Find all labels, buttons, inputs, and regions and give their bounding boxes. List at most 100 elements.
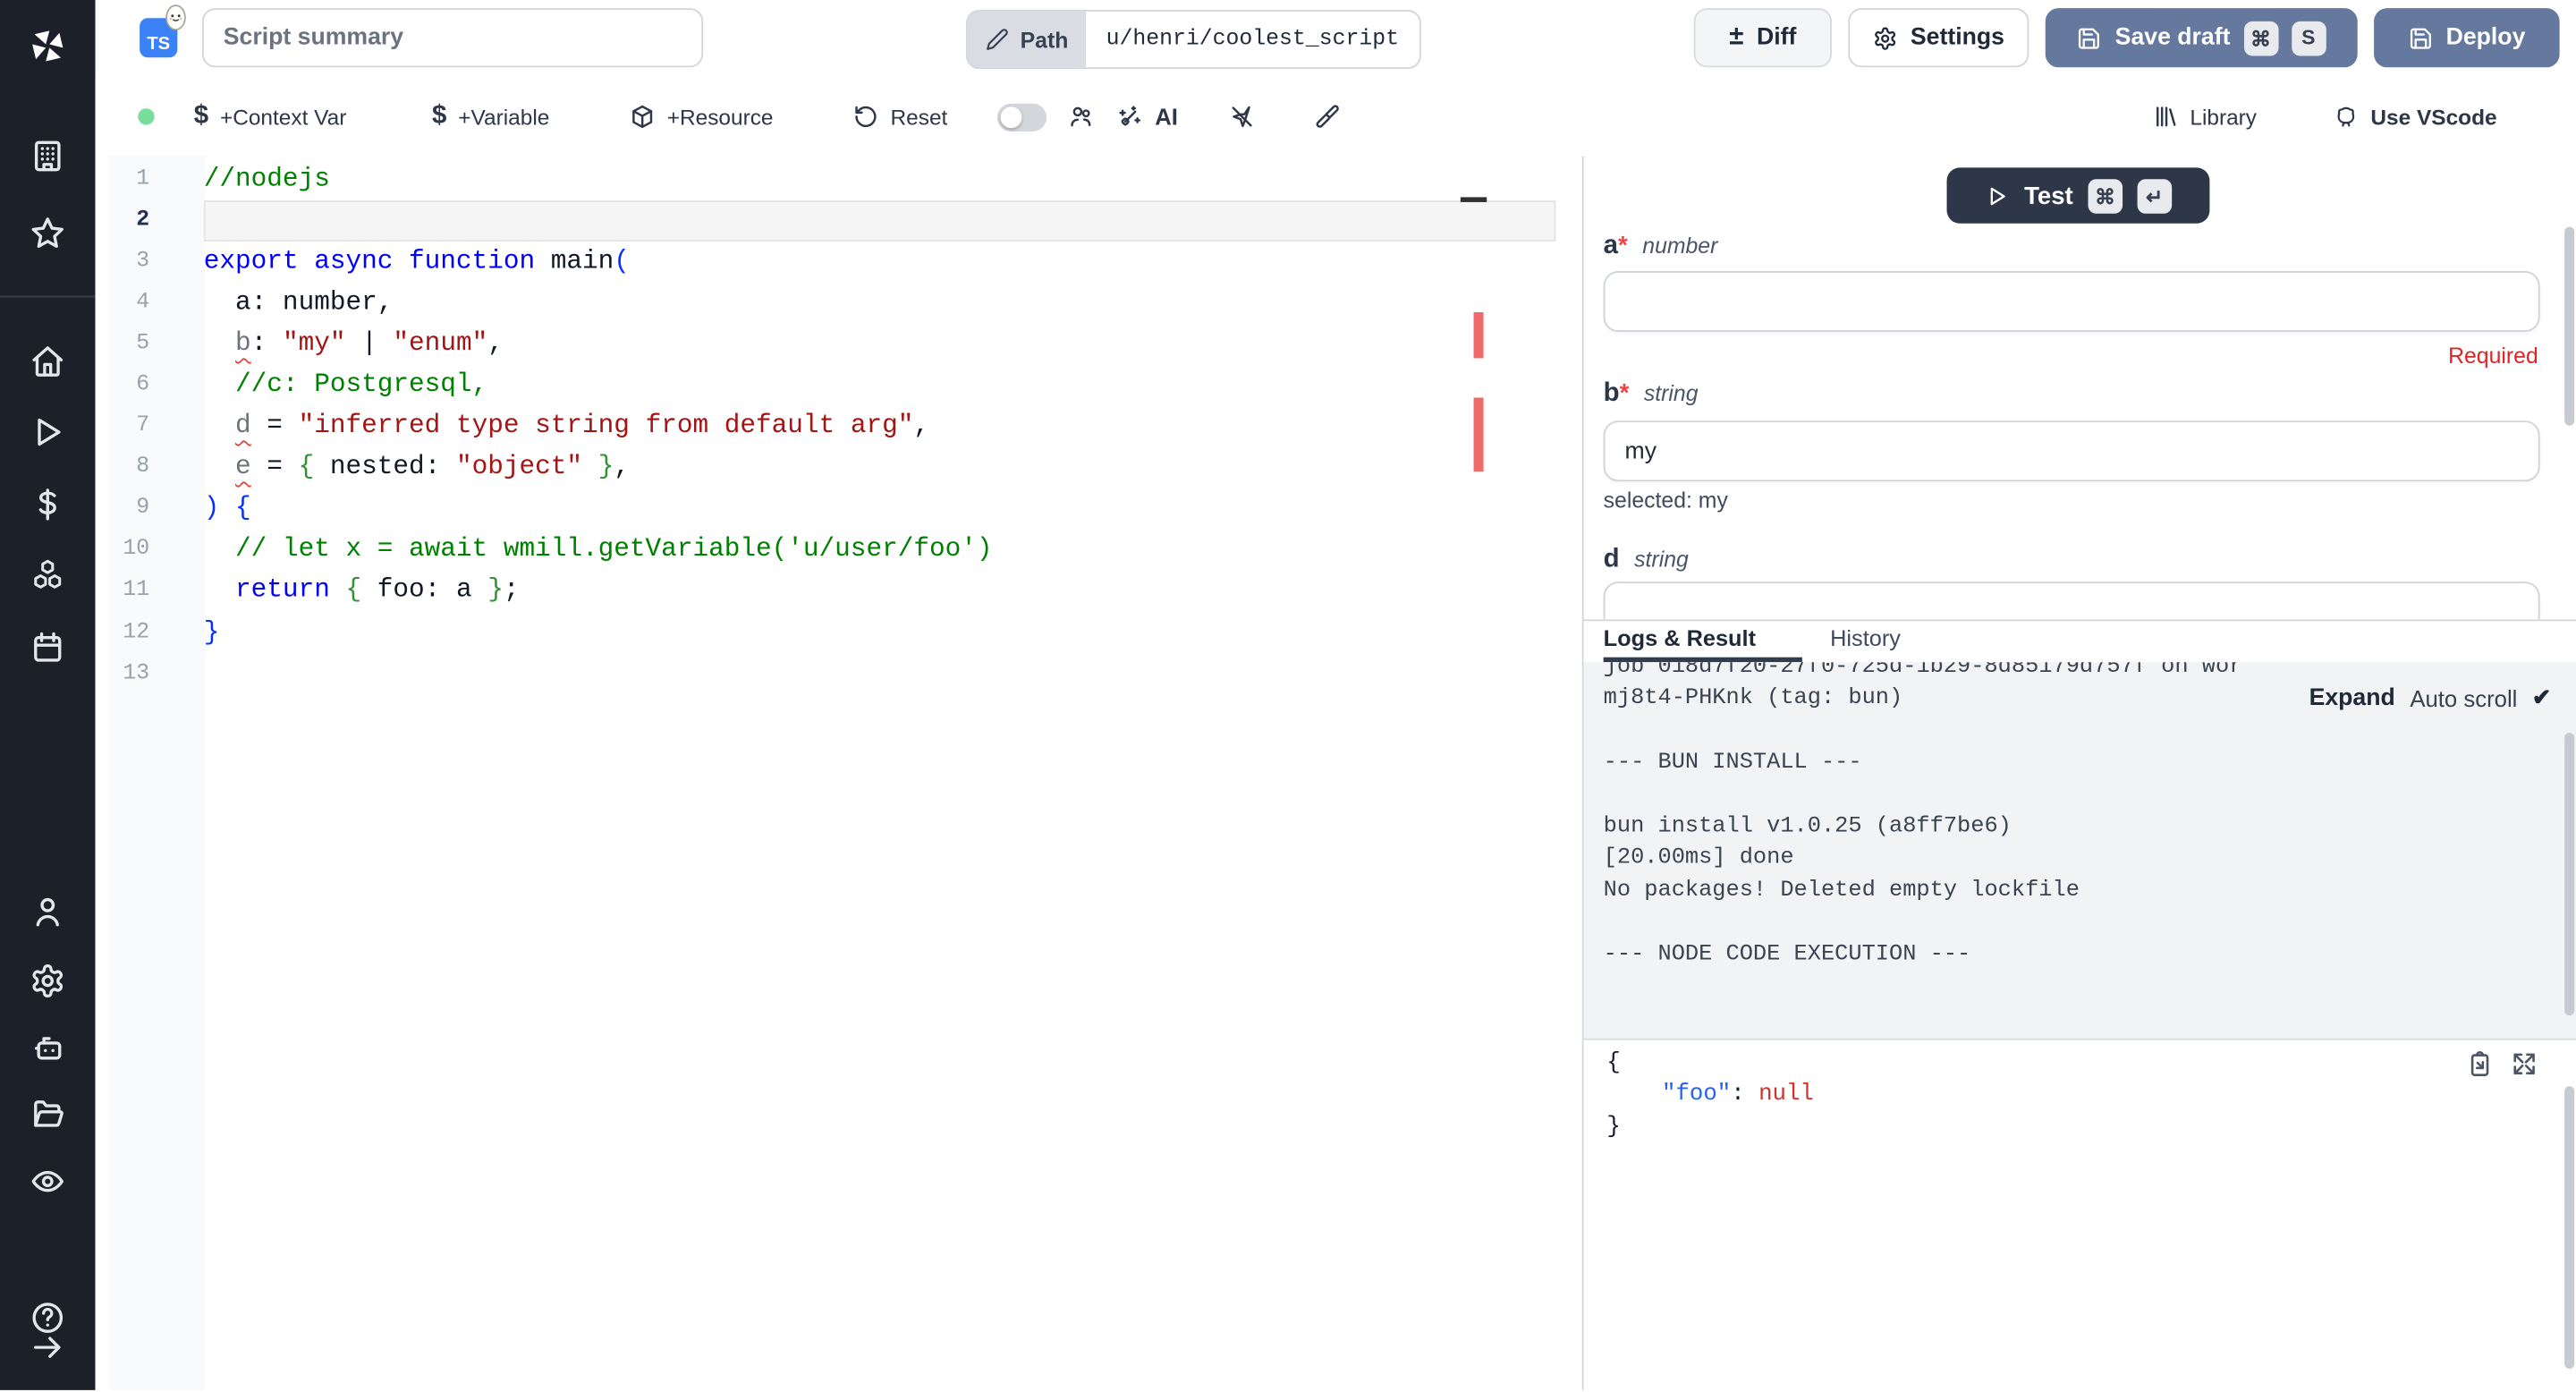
code-line[interactable]: 9) { xyxy=(96,488,1582,530)
expand-logs-button[interactable]: Expand xyxy=(2309,684,2395,710)
library-button[interactable]: Library xyxy=(2152,77,2257,156)
log-line: [20.00ms] done xyxy=(1604,844,2512,876)
code-line[interactable]: 3export async function main( xyxy=(96,242,1582,283)
multiplayer-users-icon[interactable] xyxy=(1068,77,1094,156)
code-line[interactable]: 1//nodejs xyxy=(96,159,1582,200)
tab-logs-result[interactable]: Logs & Result xyxy=(1604,626,1756,659)
runs-play-icon[interactable] xyxy=(30,414,65,450)
code-line[interactable]: 6 //c: Postgresql, xyxy=(96,365,1582,406)
script-summary-input[interactable] xyxy=(202,8,703,67)
sidebar xyxy=(0,0,96,1390)
play-icon xyxy=(1985,183,2010,208)
save-icon xyxy=(2077,25,2102,50)
gear-icon xyxy=(1873,25,1898,50)
workspace-building-icon[interactable] xyxy=(30,138,65,174)
script-path[interactable]: Path u/henri/coolest_script xyxy=(966,10,1420,69)
windmill-logo-icon[interactable] xyxy=(26,25,69,68)
save-icon xyxy=(2408,25,2433,50)
test-button[interactable]: Test ⌘ ↵ xyxy=(1947,167,2210,223)
pencil-icon xyxy=(986,28,1009,51)
field-d-label: d string xyxy=(1604,546,1689,575)
expand-result-icon[interactable] xyxy=(2511,1050,2538,1078)
diff-button[interactable]: ± Diff xyxy=(1694,8,1832,67)
vscode-cat-icon xyxy=(2333,104,2359,130)
add-resource-button[interactable]: +Resource xyxy=(629,77,773,156)
path-value[interactable]: u/henri/coolest_script xyxy=(1087,12,1419,67)
field-a-label: a* number xyxy=(1604,232,1718,261)
code-line[interactable]: 10 // let x = await wmill.getVariable('u… xyxy=(96,530,1582,571)
dollar-icon: $ xyxy=(194,102,208,132)
overview-ruler-cursor xyxy=(1461,197,1487,202)
log-line: --- NODE CODE EXECUTION --- xyxy=(1604,939,2512,972)
variables-dollar-icon[interactable] xyxy=(30,487,65,522)
field-b-selected-hint: selected: my xyxy=(1604,488,1728,514)
use-vscode-button[interactable]: Use VScode xyxy=(2333,77,2496,156)
package-icon xyxy=(629,104,655,130)
favorites-star-icon[interactable] xyxy=(30,216,65,251)
settings-button[interactable]: Settings xyxy=(1848,8,2029,67)
ai-button[interactable]: AI xyxy=(1117,77,1178,156)
code-line[interactable]: 13 xyxy=(96,653,1582,694)
expand-sidebar-arrow-icon[interactable] xyxy=(30,1329,65,1365)
log-line: job 018d7f20-27f0-725d-1b29-8d85179d757f… xyxy=(1604,662,2512,684)
log-line xyxy=(1604,907,2512,939)
autoscroll-label[interactable]: Auto scroll xyxy=(2410,684,2517,710)
preview-panel: Test ⌘ ↵ a* number Required b* string se… xyxy=(1582,156,2576,1389)
code-line[interactable]: 2 xyxy=(96,200,1582,242)
schedules-calendar-icon[interactable] xyxy=(30,629,65,665)
windmill-script-editor: TS Path u/henri/coolest_script ± Diff Se… xyxy=(0,0,2576,1390)
field-a-input[interactable] xyxy=(1604,271,2540,332)
code-line[interactable]: 7 d = "inferred type string from default… xyxy=(96,406,1582,447)
settings-gear-icon[interactable] xyxy=(30,963,65,998)
code-line[interactable]: 5 b: "my" | "enum", xyxy=(96,324,1582,365)
audit-eye-icon[interactable] xyxy=(30,1163,65,1199)
code-line[interactable]: 12} xyxy=(96,612,1582,653)
kbd-cmd: ⌘ xyxy=(2088,178,2123,213)
logs-scrollbar[interactable] xyxy=(2564,733,2574,1015)
copy-clipboard-icon[interactable] xyxy=(2466,1050,2494,1078)
multiplayer-toggle[interactable] xyxy=(997,104,1046,132)
field-a-required-error: Required xyxy=(2448,344,2538,369)
users-person-icon[interactable] xyxy=(30,894,65,929)
assistant-off-icon[interactable] xyxy=(1229,77,1255,156)
path-label-text: Path xyxy=(1021,27,1069,52)
logs-panel: Logs & Result History job 018d7f20-27f0-… xyxy=(1584,619,2576,1389)
deploy-button[interactable]: Deploy xyxy=(2374,8,2560,67)
overview-ruler-error-mark xyxy=(1474,312,1484,358)
log-line: bun install v1.0.25 (a8ff7be6) xyxy=(1604,811,2512,844)
library-icon xyxy=(2152,104,2178,130)
overview-ruler-error-mark xyxy=(1474,397,1484,471)
code-line[interactable]: 8 e = { nested: "object" }, xyxy=(96,447,1582,488)
field-b-label: b* string xyxy=(1604,379,1699,409)
path-label: Path xyxy=(968,12,1087,67)
kbd-cmd: ⌘ xyxy=(2243,21,2278,55)
resources-boxes-icon[interactable] xyxy=(30,557,65,593)
add-variable-button[interactable]: $ +Variable xyxy=(432,77,549,156)
code-editor[interactable]: 1//nodejs23export async function main(4 … xyxy=(96,156,1582,1389)
code-lines: 1//nodejs23export async function main(4 … xyxy=(96,159,1582,694)
log-line: --- BUN INSTALL --- xyxy=(1604,748,2512,780)
emoji-badge-icon xyxy=(163,4,189,35)
check-icon: ✔ xyxy=(2532,683,2552,711)
folders-icon[interactable] xyxy=(30,1096,65,1132)
home-icon[interactable] xyxy=(30,344,65,379)
editor-toolbar: $ +Context Var $ +Variable +Resource Res… xyxy=(96,77,2576,156)
add-context-var-button[interactable]: $ +Context Var xyxy=(194,77,347,156)
reset-button[interactable]: Reset xyxy=(852,77,947,156)
field-b-input[interactable] xyxy=(1604,420,2540,481)
rotate-icon xyxy=(852,104,878,130)
tab-history[interactable]: History xyxy=(1830,626,1901,659)
code-line[interactable]: 4 a: number, xyxy=(96,283,1582,324)
result-output: { "foo": null } xyxy=(1584,1040,2576,1392)
result-json: { "foo": null } xyxy=(1606,1048,1814,1144)
main-area: TS Path u/henri/coolest_script ± Diff Se… xyxy=(96,0,2576,1390)
result-scrollbar[interactable] xyxy=(2564,1086,2574,1369)
format-brush-icon[interactable] xyxy=(1314,77,1340,156)
form-scrollbar[interactable] xyxy=(2564,226,2574,425)
code-line[interactable]: 11 return { foo: a }; xyxy=(96,571,1582,612)
workers-bot-icon[interactable] xyxy=(30,1031,65,1066)
wand-sparkles-icon xyxy=(1117,104,1143,130)
save-draft-button[interactable]: Save draft ⌘ S xyxy=(2046,8,2358,67)
log-output[interactable]: job 018d7f20-27f0-725d-1b29-8d85179d757f… xyxy=(1584,662,2576,1040)
kbd-s: S xyxy=(2291,21,2326,55)
